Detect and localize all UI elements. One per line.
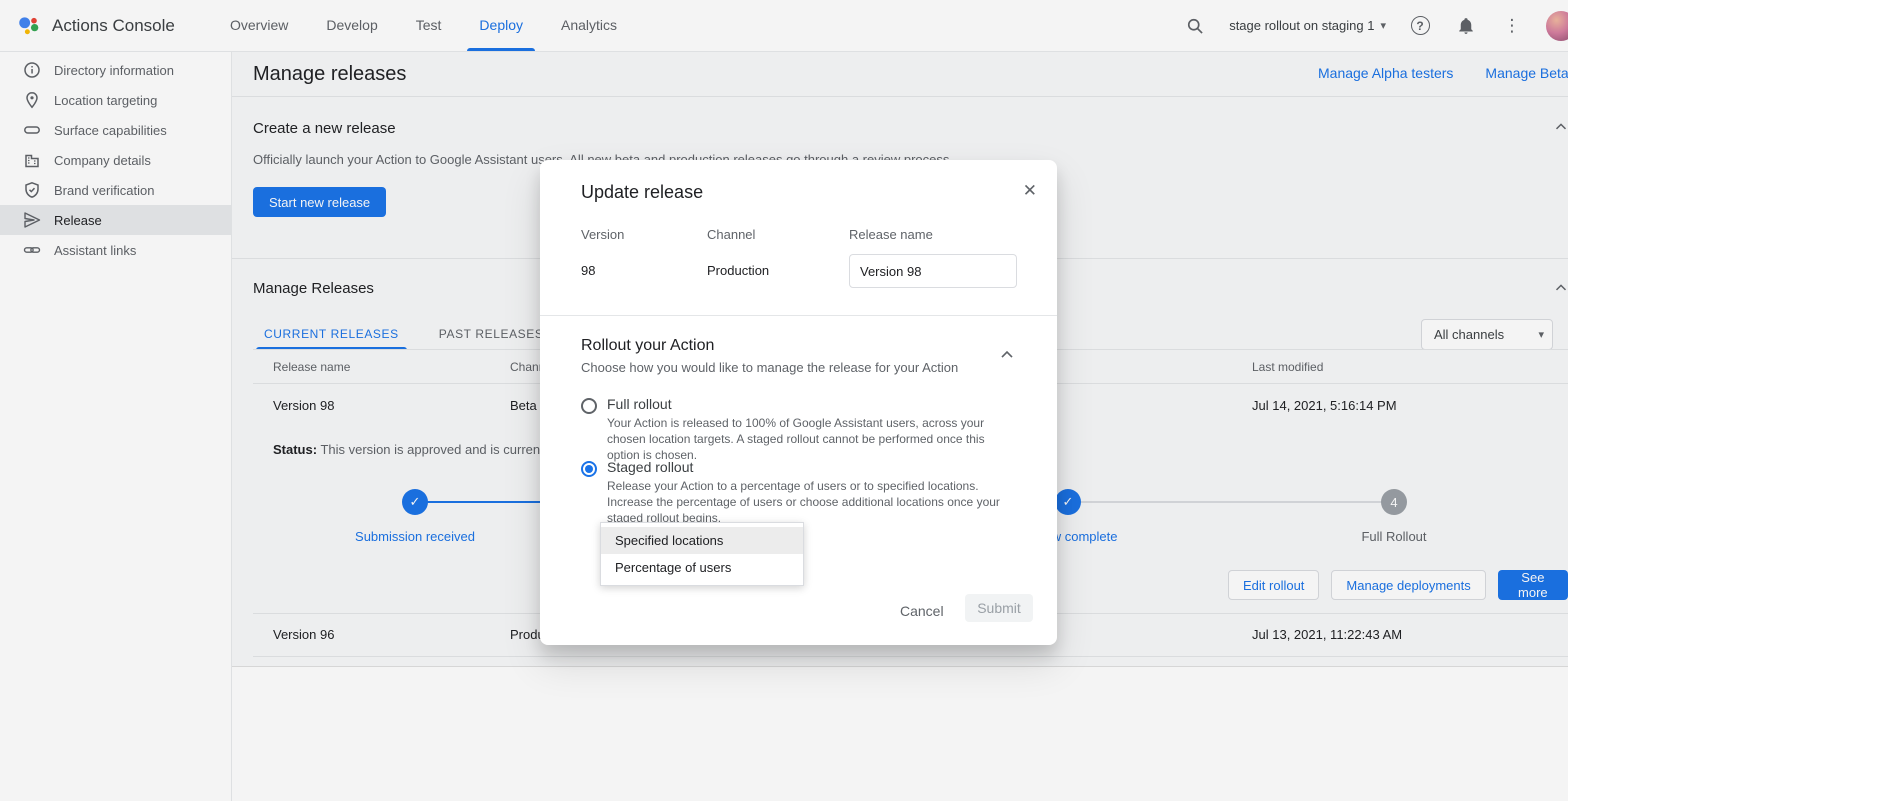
rollout-option-staged[interactable]: Staged rollout Release your Action to a … bbox=[581, 459, 1021, 526]
dialog-title: Update release bbox=[581, 182, 703, 203]
menu-item-specified-locations[interactable]: Specified locations bbox=[601, 527, 803, 554]
divider bbox=[540, 315, 1057, 316]
radio-unchecked-icon[interactable] bbox=[581, 398, 597, 414]
update-release-dialog: Update release ✕ Version Channel Release… bbox=[540, 160, 1057, 645]
channel-label: Channel bbox=[707, 227, 755, 242]
channel-value: Production bbox=[707, 263, 769, 278]
version-label: Version bbox=[581, 227, 624, 242]
chevron-up-icon[interactable] bbox=[997, 345, 1017, 365]
menu-item-percentage-of-users[interactable]: Percentage of users bbox=[601, 554, 803, 581]
rollout-section-title: Rollout your Action bbox=[581, 337, 714, 355]
option-label: Staged rollout bbox=[607, 459, 1012, 475]
option-description: Your Action is released to 100% of Googl… bbox=[607, 415, 1012, 463]
release-name-label: Release name bbox=[849, 227, 933, 242]
rollout-option-full[interactable]: Full rollout Your Action is released to … bbox=[581, 396, 1021, 463]
radio-checked-icon[interactable] bbox=[581, 461, 597, 477]
submit-button[interactable]: Submit bbox=[965, 594, 1033, 622]
option-label: Full rollout bbox=[607, 396, 1012, 412]
version-value: 98 bbox=[581, 263, 595, 278]
release-name-input[interactable] bbox=[849, 254, 1017, 288]
rollout-section-subtitle: Choose how you would like to manage the … bbox=[581, 360, 958, 375]
option-description: Release your Action to a percentage of u… bbox=[607, 478, 1012, 526]
rollout-type-menu: Specified locations Percentage of users bbox=[600, 522, 804, 586]
app-root: Actions Console Overview Develop Test De… bbox=[0, 0, 1568, 801]
cancel-button[interactable]: Cancel bbox=[890, 597, 954, 625]
close-icon[interactable]: ✕ bbox=[1023, 181, 1037, 201]
